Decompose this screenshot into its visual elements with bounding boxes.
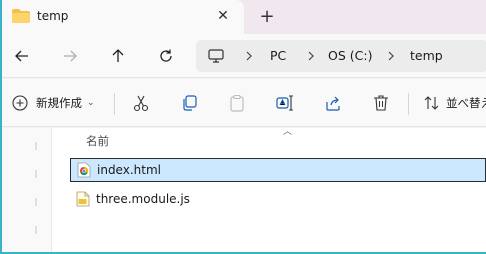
pane-divider — [35, 170, 37, 178]
plus-icon[interactable]: + — [256, 6, 278, 28]
chrome-html-icon — [77, 162, 91, 178]
pane-divider — [35, 226, 37, 234]
arrow-right-icon[interactable] — [58, 44, 82, 68]
sort-ascending-icon: ︿ — [283, 127, 293, 137]
cut-icon[interactable] — [132, 91, 150, 115]
arrow-left-icon[interactable] — [10, 44, 34, 68]
navigation-pane — [2, 128, 52, 252]
new-button[interactable]: 新規作成 ⌄ — [12, 91, 95, 115]
file-explorer-window: temp ✕ + PC OS (C:) temp 新規作成 ⌄ 並べ替 ︿ 名前… — [2, 0, 486, 252]
refresh-icon[interactable] — [154, 44, 178, 68]
file-row-index-html[interactable]: index.html — [70, 158, 486, 182]
chevron-right-icon — [246, 51, 252, 61]
sort-button-label: 並べ替え — [446, 96, 486, 110]
chevron-down-icon: ⌄ — [87, 98, 95, 108]
monitor-icon — [208, 49, 224, 63]
folder-icon — [12, 9, 30, 23]
copy-icon[interactable] — [180, 91, 198, 115]
chevron-right-icon — [388, 51, 394, 61]
command-toolbar: 新規作成 ⌄ 並べ替え — [2, 79, 486, 127]
breadcrumb-pc[interactable]: PC — [270, 48, 286, 63]
file-name: index.html — [97, 163, 161, 177]
js-file-icon — [76, 191, 90, 207]
new-plus-icon — [12, 95, 28, 111]
column-header-name[interactable]: 名前 — [86, 133, 109, 149]
breadcrumb-temp[interactable]: temp — [410, 48, 443, 63]
pane-divider — [35, 198, 37, 206]
tab-title: temp — [37, 9, 69, 23]
navigation-bar: PC OS (C:) temp — [2, 34, 486, 78]
share-icon[interactable] — [324, 91, 342, 115]
file-row-three-module-js[interactable]: three.module.js — [70, 187, 486, 211]
tab-strip: temp ✕ + — [2, 0, 486, 34]
address-bar[interactable]: PC OS (C:) temp — [196, 40, 486, 72]
file-list-area: ︿ 名前 index.html three.module.js — [2, 127, 486, 252]
tab-temp[interactable]: temp ✕ — [2, 0, 244, 34]
sort-button[interactable]: 並べ替え — [424, 91, 486, 115]
paste-icon[interactable] — [228, 91, 246, 115]
arrow-up-icon[interactable] — [106, 44, 130, 68]
sort-icon — [424, 96, 439, 110]
new-button-label: 新規作成 — [36, 96, 82, 110]
toolbar-divider — [114, 93, 115, 115]
toolbar-divider — [408, 93, 409, 115]
breadcrumb-drive[interactable]: OS (C:) — [328, 48, 372, 63]
close-icon[interactable]: ✕ — [214, 7, 232, 25]
pane-divider — [35, 142, 37, 150]
file-name: three.module.js — [96, 192, 190, 206]
delete-icon[interactable] — [372, 91, 390, 115]
rename-icon[interactable] — [276, 91, 294, 115]
chevron-right-icon — [308, 51, 314, 61]
